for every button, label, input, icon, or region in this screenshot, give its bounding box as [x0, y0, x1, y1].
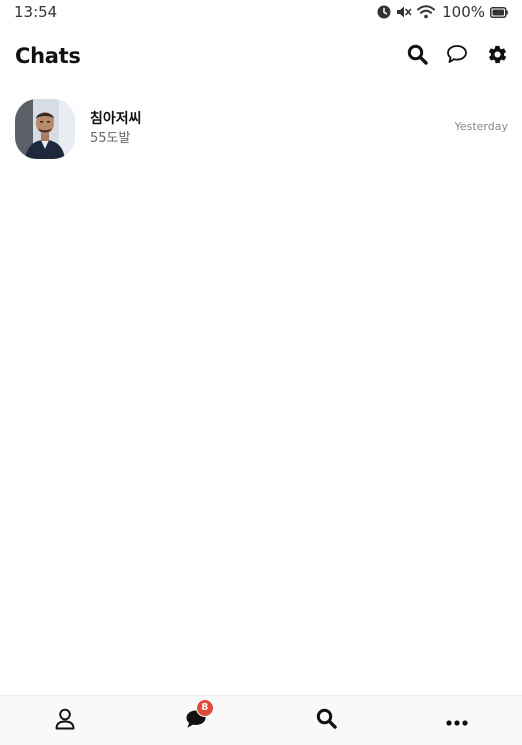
chat-text: 침아저씨 55도발: [90, 110, 455, 148]
chat-time: Yesterday: [454, 120, 508, 133]
app-header: Chats: [0, 36, 522, 76]
mute-icon: [396, 5, 412, 19]
tab-more[interactable]: [392, 696, 522, 745]
profile-photo: [15, 99, 75, 159]
tab-chats[interactable]: 8: [131, 696, 262, 745]
new-chat-icon: [446, 44, 468, 68]
search-icon: [316, 708, 337, 733]
unread-badge: 8: [195, 698, 214, 717]
status-bar: 13:54 100%: [0, 0, 522, 24]
settings-button[interactable]: [486, 45, 508, 67]
screen: 13:54 100% Chats 침아저씨 55도발 Yesterday 8: [0, 0, 522, 745]
status-icons: 100%: [377, 3, 508, 21]
chat-list-item[interactable]: 침아저씨 55도발 Yesterday: [0, 96, 522, 162]
new-chat-button[interactable]: [446, 45, 468, 67]
tab-search[interactable]: [261, 696, 392, 745]
battery-percent: 100%: [442, 3, 485, 21]
avatar[interactable]: [15, 99, 75, 159]
tab-friends[interactable]: [0, 696, 131, 745]
chat-list: 침아저씨 55도발 Yesterday: [0, 96, 522, 162]
status-time: 13:54: [14, 3, 58, 21]
search-button[interactable]: [406, 44, 428, 69]
header-actions: [406, 44, 508, 69]
settings-icon: [487, 44, 508, 69]
chat-name: 침아저씨: [90, 111, 142, 127]
alarm-icon: [377, 5, 391, 19]
tab-bar: 8: [0, 695, 522, 745]
friends-icon: [55, 708, 75, 734]
chat-preview: 55도발: [90, 131, 131, 146]
search-icon: [407, 44, 428, 69]
more-icon: [446, 711, 468, 730]
battery-icon: [490, 6, 508, 18]
page-title: Chats: [15, 44, 81, 68]
wifi-icon: [417, 5, 436, 19]
